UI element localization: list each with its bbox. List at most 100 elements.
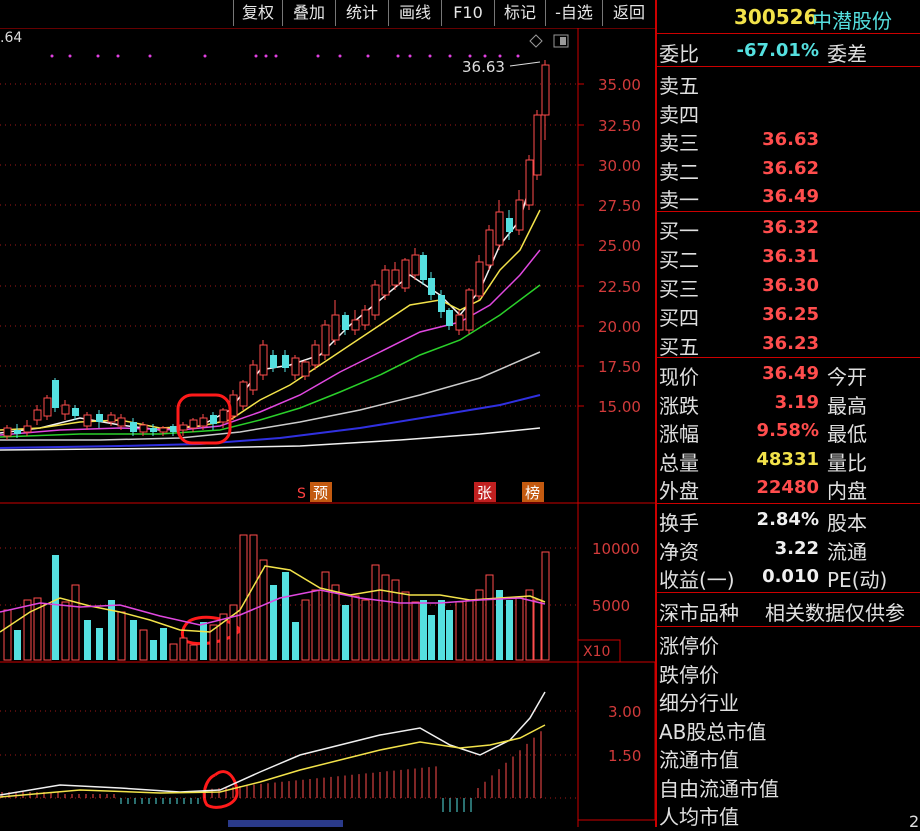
- stat-label: 涨跌: [659, 393, 699, 418]
- add-watchlist-button[interactable]: -自选: [545, 0, 602, 26]
- stat2-row: 换手 2.84% 股本: [657, 505, 920, 535]
- stat-label2: 最低: [827, 422, 867, 446]
- diamond-icon[interactable]: [529, 34, 543, 48]
- bid-label: 买三: [659, 277, 699, 301]
- bid-row[interactable]: 买一 36.32: [657, 213, 920, 243]
- market-row: 深市品种 相关数据仅供参: [657, 595, 920, 625]
- stat-label: 外盘: [659, 479, 699, 503]
- stat-label: 涨幅: [659, 422, 699, 446]
- stat-value: 9.58%: [756, 420, 819, 441]
- weibi-value: -67.01%: [736, 40, 819, 61]
- price-tick-label: 15.00: [598, 398, 641, 416]
- stock-code: 300526: [734, 5, 818, 29]
- bid-price: 36.23: [762, 333, 819, 354]
- marker-bang: 榜: [525, 484, 540, 502]
- extra-row: 人均市值: [657, 799, 920, 829]
- marker-yu: 预: [313, 484, 328, 502]
- marker-s: S: [297, 486, 306, 502]
- stat2-value: 3.22: [774, 537, 819, 559]
- weicha-label: 委差: [827, 42, 867, 66]
- bid-label: 买一: [659, 219, 699, 243]
- extra-row: AB股总市值: [657, 714, 920, 744]
- ask-price: 36.62: [762, 157, 819, 179]
- price-tick-label: 25.00: [598, 237, 641, 255]
- bid-row[interactable]: 买五 36.23: [657, 329, 920, 359]
- ask-label: 卖二: [659, 159, 699, 184]
- marker-zhang: 张: [477, 484, 492, 502]
- extra-label: 流通市值: [659, 748, 739, 772]
- weibi-row: 委比 -67.01% 委差: [657, 36, 920, 66]
- last-price-label: 36.63: [462, 58, 505, 76]
- quote-header: 300526 中潜股份: [657, 2, 920, 33]
- stat-row: 外盘 22480 内盘: [657, 473, 920, 503]
- statistics-button[interactable]: 统计: [335, 0, 388, 26]
- stat2-label2: PE(动): [827, 568, 888, 592]
- volume-bars: [3, 534, 550, 661]
- ask-row[interactable]: 卖五: [657, 68, 920, 98]
- weibi-label: 委比: [659, 42, 699, 66]
- bid-label: 买五: [659, 335, 699, 359]
- ask-price: 36.63: [762, 129, 819, 150]
- stat2-value: 2.84%: [756, 509, 819, 530]
- quote-panel: 300526 中潜股份 委比 -67.01% 委差 卖五卖四卖三 36.63 卖二 3…: [655, 0, 920, 831]
- price-tick-label: 35.00: [598, 76, 641, 94]
- stat-label2: 量比: [827, 450, 867, 475]
- market-note: 相关数据仅供参: [765, 601, 905, 625]
- stat2-label2: 股本: [827, 511, 867, 535]
- stat2-row: 收益(一) 0.010 PE(动): [657, 562, 920, 592]
- stat-label2: 最高: [827, 393, 867, 418]
- volume-multiplier: X10: [583, 644, 610, 660]
- stock-name[interactable]: 中潜股份: [812, 5, 892, 34]
- stat2-row: 净资 3.22 流通: [657, 534, 920, 564]
- chart-toolbar: 复权 叠加 统计 画线 F10 标记 -自选 返回: [0, 0, 655, 28]
- market-tag: 深市品种: [659, 601, 739, 625]
- stat-value: 36.49: [762, 363, 819, 384]
- ask-row[interactable]: 卖四: [657, 97, 920, 127]
- stat-label: 现价: [659, 365, 699, 389]
- extra-tail: 2: [909, 812, 920, 831]
- bid-row[interactable]: 买四 36.25: [657, 300, 920, 330]
- macd-axis: 3.00 1.50: [608, 703, 641, 765]
- ask-label: 卖五: [659, 74, 699, 98]
- bid-row[interactable]: 买三 36.30: [657, 271, 920, 301]
- volume-axis: 10000 5000: [592, 540, 640, 615]
- ask-row[interactable]: 卖一 36.49: [657, 182, 920, 212]
- fuquan-button[interactable]: 复权: [233, 0, 282, 26]
- stat-value: 48331: [756, 448, 819, 470]
- panel-toggle-icon[interactable]: [553, 34, 569, 48]
- ask-price: 36.49: [762, 186, 819, 207]
- macd-histogram: [1, 731, 542, 812]
- ask-row[interactable]: 卖三 36.63: [657, 125, 920, 155]
- ask-label: 卖一: [659, 188, 699, 212]
- bid-price: 36.30: [762, 275, 819, 296]
- kline-chart[interactable]: 35.00 32.50 30.00 27.50 25.00 22.50 20.00 17.50…: [0, 28, 655, 827]
- extra-row: 自由流通市值: [657, 771, 920, 801]
- extra-row: 跌停价: [657, 657, 920, 687]
- bid-label: 买四: [659, 306, 699, 330]
- extra-row: 流通市值: [657, 742, 920, 772]
- draw-line-button[interactable]: 画线: [388, 0, 441, 26]
- stat-label2: 内盘: [827, 479, 867, 503]
- back-button[interactable]: 返回: [602, 0, 655, 26]
- bid-price: 36.32: [762, 217, 819, 238]
- macd-dif-line: [0, 691, 546, 796]
- price-tick-label: 32.50: [598, 117, 641, 135]
- f10-button[interactable]: F10: [441, 0, 494, 26]
- ask-label: 卖四: [659, 102, 699, 127]
- price-tick-label: 22.50: [598, 278, 641, 296]
- bid-price: 36.25: [762, 304, 819, 325]
- event-dots: [50, 54, 520, 58]
- ask-row[interactable]: 卖二 36.62: [657, 154, 920, 184]
- extra-label: 细分行业: [659, 691, 739, 715]
- extra-label: AB股总市值: [659, 719, 767, 744]
- overlay-button[interactable]: 叠加: [282, 0, 335, 26]
- stat-row: 涨幅 9.58% 最低: [657, 416, 920, 446]
- stat-value: 3.19: [774, 391, 819, 413]
- bid-row[interactable]: 买二 36.31: [657, 242, 920, 272]
- mark-button[interactable]: 标记: [494, 0, 545, 26]
- stat-row: 总量 48331 量比: [657, 445, 920, 475]
- stat2-label2: 流通: [827, 539, 867, 564]
- ask-label: 卖三: [659, 131, 699, 155]
- volume-tick-label: 5000: [592, 597, 630, 615]
- price-axis: 35.00 32.50 30.00 27.50 25.00 22.50 20.00 17.50…: [578, 76, 641, 416]
